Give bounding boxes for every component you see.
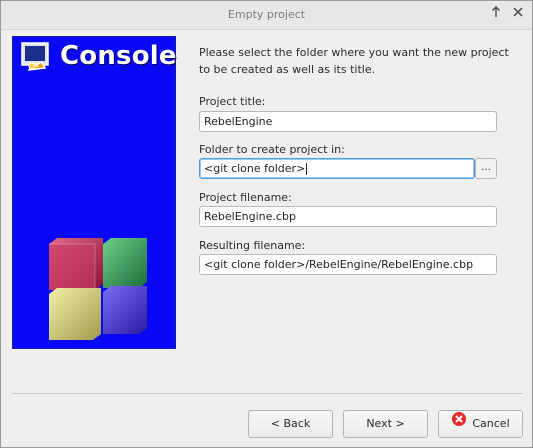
project-title-input[interactable]: RebelEngine	[199, 111, 497, 132]
pin-icon[interactable]	[488, 6, 504, 22]
browse-button[interactable]: ...	[475, 158, 497, 179]
footer-separator	[12, 393, 523, 394]
cubes-logo	[45, 236, 150, 344]
back-button[interactable]: < Back	[248, 410, 333, 438]
window-title: Empty project	[227, 8, 306, 21]
next-button[interactable]: Next >	[343, 410, 428, 438]
cancel-icon	[451, 411, 467, 437]
dialog-window: Empty project Console Please select the …	[0, 0, 533, 448]
resulting-filename-field[interactable]: <git clone folder>/RebelEngine/RebelEngi…	[199, 254, 497, 275]
banner-title: Console	[60, 41, 177, 71]
title-bar[interactable]: Empty project	[1, 1, 532, 30]
cancel-button[interactable]: Cancel	[438, 410, 523, 438]
close-icon[interactable]	[510, 6, 526, 22]
folder-input-value: <git clone folder>	[204, 162, 306, 175]
text-cursor	[306, 163, 308, 175]
folder-input[interactable]: <git clone folder>	[199, 158, 475, 179]
project-title-label: Project title:	[199, 95, 266, 108]
cancel-label: Cancel	[472, 417, 510, 430]
wizard-banner: Console	[12, 36, 177, 349]
folder-label: Folder to create project in:	[199, 143, 345, 156]
project-filename-label: Project filename:	[199, 191, 292, 204]
resulting-filename-label: Resulting filename:	[199, 239, 306, 252]
intro-text: Please select the folder where you want …	[199, 46, 509, 76]
project-filename-input[interactable]: RebelEngine.cbp	[199, 206, 497, 227]
console-app-icon	[21, 42, 53, 77]
